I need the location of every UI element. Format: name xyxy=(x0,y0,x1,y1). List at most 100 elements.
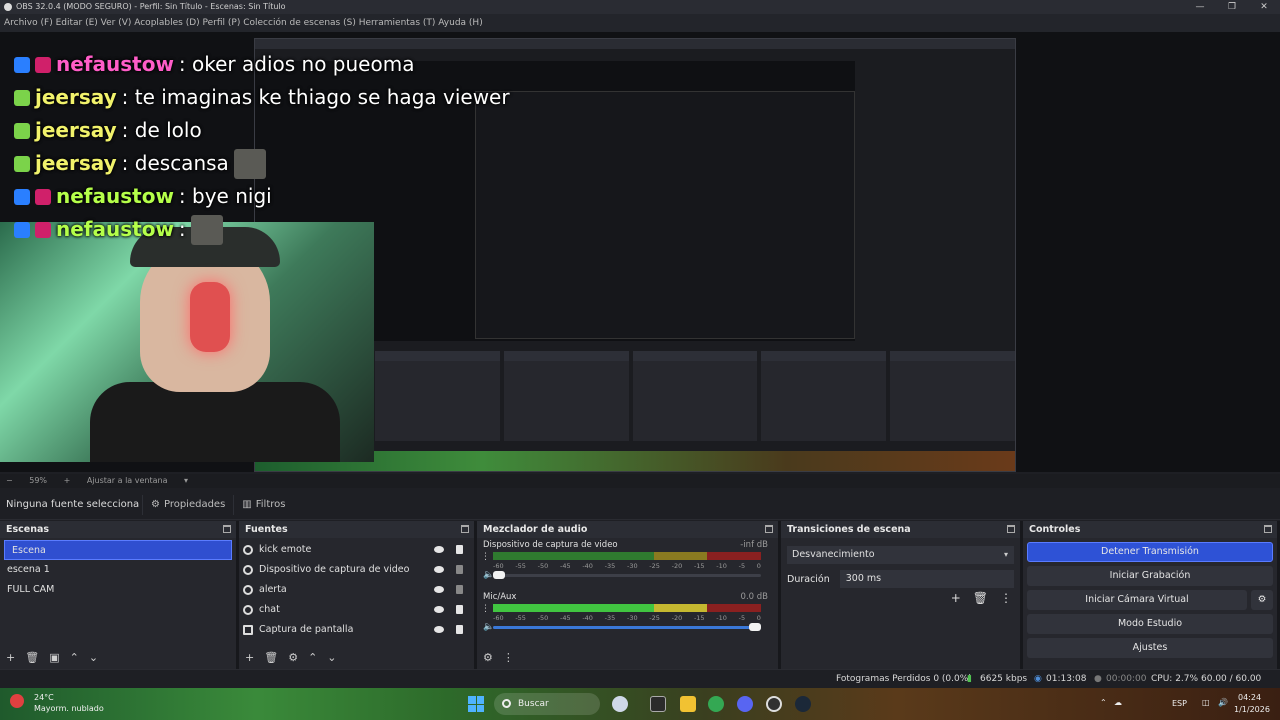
gear-icon[interactable]: ⚙ xyxy=(288,651,298,664)
undock-icon[interactable] xyxy=(461,525,469,533)
language-indicator[interactable]: ESP xyxy=(1172,699,1187,708)
chat-msg: : bye nigi xyxy=(178,184,272,208)
sources-header: Fuentes xyxy=(239,521,474,538)
undock-icon[interactable] xyxy=(1264,525,1272,533)
add-icon[interactable]: + xyxy=(951,591,961,605)
source-item[interactable]: alerta xyxy=(239,580,474,600)
gear-icon[interactable]: ⚙ xyxy=(1251,590,1273,610)
chat-line: nefaustow: oker adios no pueoma xyxy=(14,48,510,81)
chevron-down-icon[interactable]: ⌄ xyxy=(327,651,336,664)
system-tray: ⌃ ☁ ESP ◫ 🔊 04:24 1/1/2026 xyxy=(1100,688,1280,720)
chevron-up-icon[interactable]: ⌃ xyxy=(1100,698,1107,707)
trash-icon[interactable]: 🗑 xyxy=(25,651,39,664)
lock-icon[interactable] xyxy=(456,545,463,554)
zoom-row: − 59% + Ajustar a la ventana ▾ xyxy=(0,474,1280,488)
windows-start-icon[interactable] xyxy=(468,696,484,712)
undock-icon[interactable] xyxy=(765,525,773,533)
taskbar-search[interactable]: Buscar xyxy=(494,693,600,715)
undock-icon[interactable] xyxy=(1007,525,1015,533)
more-icon[interactable]: ⋮ xyxy=(503,651,514,664)
volume-slider[interactable] xyxy=(493,571,761,579)
eye-icon[interactable] xyxy=(434,586,444,593)
browser-source-icon xyxy=(243,585,253,595)
eye-icon[interactable] xyxy=(434,566,444,573)
eye-icon[interactable] xyxy=(434,546,444,553)
trash-icon[interactable]: 🗑 xyxy=(264,651,278,664)
cpu-usage: CPU: 2.7% xyxy=(1151,674,1199,684)
more-icon[interactable]: ⋮ xyxy=(481,552,490,562)
chevron-down-icon[interactable]: ⌄ xyxy=(89,651,98,664)
chevron-up-icon[interactable]: ⌃ xyxy=(70,651,79,664)
transitions-dock: Transiciones de escena Desvanecimiento ▾… xyxy=(781,521,1020,669)
wifi-icon[interactable]: ◫ xyxy=(1202,698,1210,707)
sources-title: Fuentes xyxy=(245,524,288,535)
stop-stream-button[interactable]: Detener Transmisión xyxy=(1027,542,1273,562)
weather-widget[interactable]: 24°C Mayorm. nublado xyxy=(10,692,104,714)
chat-msg: : oker adios no pueoma xyxy=(178,52,415,76)
record-time: 00:00:00 xyxy=(1106,674,1147,684)
source-item[interactable]: Captura de pantalla xyxy=(239,620,474,640)
scene-item[interactable]: Escena xyxy=(4,540,232,560)
lock-icon[interactable] xyxy=(456,565,463,574)
windows-taskbar: 24°C Mayorm. nublado Buscar ⌃ ☁ ESP ◫ 🔊 … xyxy=(0,688,1280,720)
trash-icon[interactable]: 🗑 xyxy=(973,591,988,605)
mixer-settings-icon[interactable]: ⚙ xyxy=(483,651,493,664)
stream-icon: ◉ xyxy=(1034,674,1042,684)
transition-select[interactable]: Desvanecimiento ▾ xyxy=(787,546,1014,564)
studio-mode-button[interactable]: Modo Estudio xyxy=(1027,614,1273,634)
clock-time[interactable]: 04:24 xyxy=(1238,693,1261,702)
duration-input[interactable]: 300 ms xyxy=(839,570,1014,588)
zoom-in-button[interactable]: + xyxy=(64,476,71,485)
lock-icon[interactable] xyxy=(456,625,463,634)
source-item[interactable]: Dispositivo de captura de video xyxy=(239,560,474,580)
more-icon[interactable]: ⋮ xyxy=(1000,591,1012,605)
chevron-down-icon[interactable]: ▾ xyxy=(184,476,188,485)
copilot-icon[interactable] xyxy=(612,696,628,712)
filter-icon: ▥ xyxy=(242,499,252,510)
preview-canvas[interactable]: nefaustow: oker adios no pueoma jeersay:… xyxy=(0,32,1280,472)
stream-time: 01:13:08 xyxy=(1046,674,1087,684)
maximize-icon[interactable]: ❐ xyxy=(1216,0,1248,14)
volume-slider[interactable] xyxy=(493,623,761,631)
microphone-icon xyxy=(190,282,230,352)
obs-icon[interactable] xyxy=(766,696,782,712)
lock-icon[interactable] xyxy=(456,585,463,594)
steam-icon[interactable] xyxy=(795,696,811,712)
signal-icon: ▮ xyxy=(967,674,972,684)
volume-icon[interactable]: 🔊 xyxy=(1218,698,1228,707)
filter-icon[interactable]: ▣ xyxy=(49,651,59,664)
discord-icon[interactable] xyxy=(737,696,753,712)
filters-button[interactable]: ▥ Filtros xyxy=(233,494,293,515)
chevron-up-icon[interactable]: ⌃ xyxy=(308,651,317,664)
zoom-out-button[interactable]: − xyxy=(6,476,13,485)
chrome-icon[interactable] xyxy=(708,696,724,712)
controls-dock: Controles Detener Transmisión Iniciar Gr… xyxy=(1023,521,1277,669)
undock-icon[interactable] xyxy=(223,525,231,533)
scene-item[interactable]: FULL CAM xyxy=(0,580,236,600)
minimize-icon[interactable]: — xyxy=(1184,0,1216,14)
source-item[interactable]: kick emote xyxy=(239,540,474,560)
more-icon[interactable]: ⋮ xyxy=(481,604,490,614)
start-recording-button[interactable]: Iniciar Grabación xyxy=(1027,566,1273,586)
clock-date[interactable]: 1/1/2026 xyxy=(1234,705,1270,714)
add-icon[interactable]: + xyxy=(6,651,15,664)
zoom-fit-dropdown[interactable]: Ajustar a la ventana xyxy=(87,476,168,485)
settings-button[interactable]: Ajustes xyxy=(1027,638,1273,658)
eye-icon[interactable] xyxy=(434,626,444,633)
source-toolbar: Ninguna fuente selecciona ⚙ Propiedades … xyxy=(0,490,1280,520)
task-view-icon[interactable] xyxy=(650,696,666,712)
start-virtual-cam-button[interactable]: Iniciar Cámara Virtual xyxy=(1027,590,1247,610)
channel-db: -inf dB xyxy=(740,540,768,550)
chat-msg: : xyxy=(178,217,186,241)
properties-button[interactable]: ⚙ Propiedades xyxy=(142,494,233,515)
close-icon[interactable]: ✕ xyxy=(1248,0,1280,14)
network-icon[interactable]: ☁ xyxy=(1114,698,1122,707)
source-item[interactable]: chat xyxy=(239,600,474,620)
menu-bar[interactable]: Archivo (F) Editar (E) Ver (V) Acoplable… xyxy=(0,14,1280,32)
add-icon[interactable]: + xyxy=(245,651,254,664)
chat-msg: : te imaginas ke thiago se haga viewer xyxy=(121,85,510,109)
eye-icon[interactable] xyxy=(434,606,444,613)
folder-icon[interactable] xyxy=(680,696,696,712)
lock-icon[interactable] xyxy=(456,605,463,614)
scene-item[interactable]: escena 1 xyxy=(0,560,236,580)
